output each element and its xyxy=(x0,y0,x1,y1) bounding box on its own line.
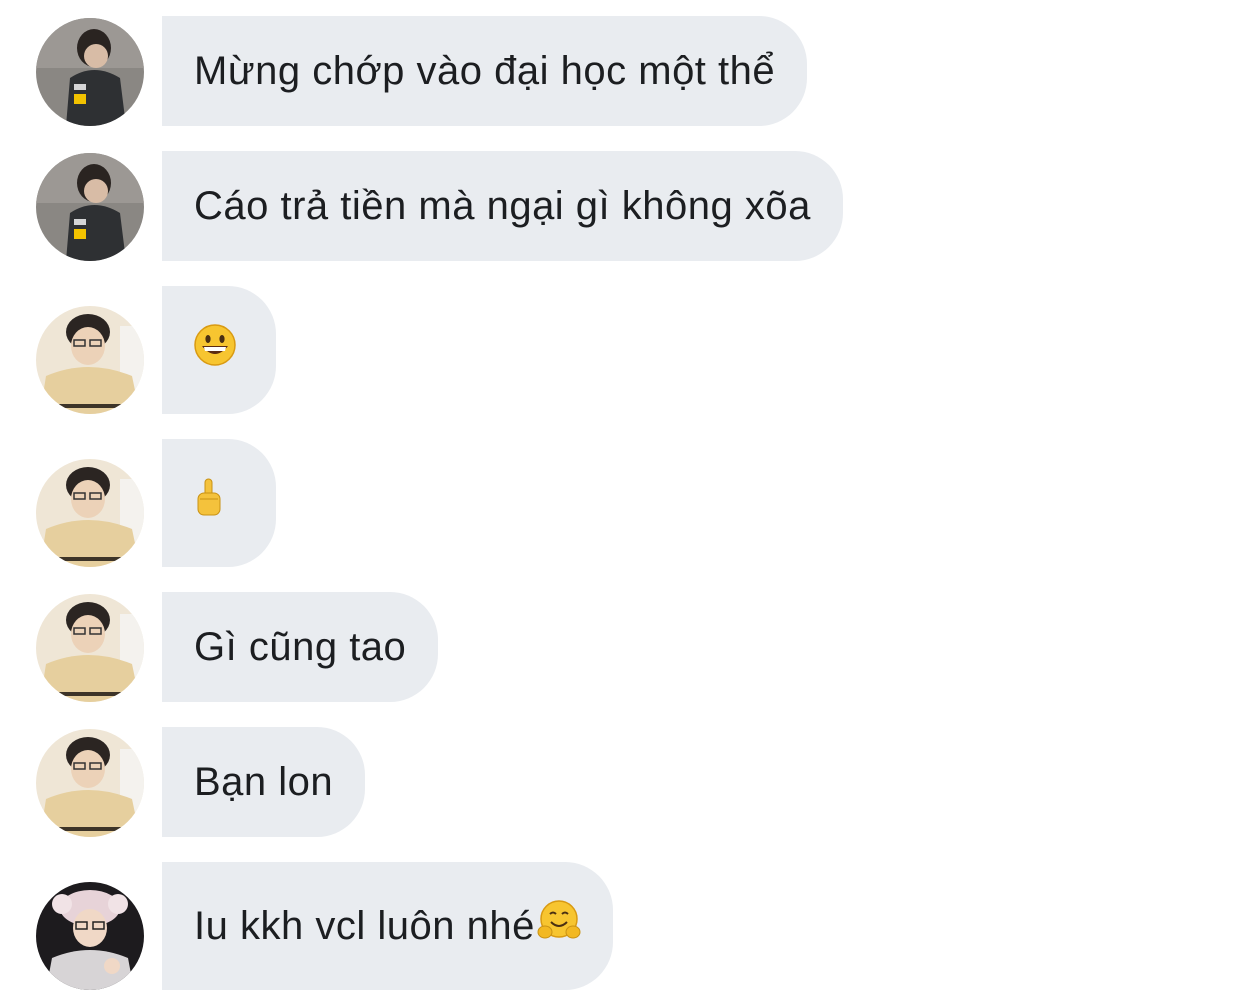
message-bubble[interactable]: Mừng chớp vào đại học một thể xyxy=(162,16,808,126)
avatar-user-b[interactable] xyxy=(36,306,144,414)
message-text: Bạn lon xyxy=(194,759,334,804)
message-bubble[interactable]: Cáo trả tiền mà ngại gì không xõa xyxy=(162,151,843,261)
message-bubble[interactable]: Gì cũng tao xyxy=(162,592,439,702)
message-bubble[interactable] xyxy=(162,286,276,414)
avatar-user-a[interactable] xyxy=(36,18,144,126)
hugging-face-emoji xyxy=(537,900,581,952)
avatar-user-b[interactable] xyxy=(36,459,144,567)
message-text: Mừng chớp vào đại học một thể xyxy=(194,48,776,93)
message-thread: Mừng chớp vào đại học một thể Cáo trả ti… xyxy=(0,0,1242,990)
message-bubble[interactable] xyxy=(162,439,276,567)
avatar-user-b[interactable] xyxy=(36,729,144,837)
message-bubble[interactable]: Iu kkh vcl luôn nhé xyxy=(162,862,613,990)
message-text: Iu kkh vcl luôn nhé xyxy=(194,903,535,948)
avatar-user-b[interactable] xyxy=(36,594,144,702)
message-bubble[interactable]: Bạn lon xyxy=(162,727,366,837)
message-text: Gì cũng tao xyxy=(194,624,407,669)
avatar-user-a[interactable] xyxy=(36,153,144,261)
message-text: Cáo trả tiền mà ngại gì không xõa xyxy=(194,183,811,228)
avatar-user-c[interactable] xyxy=(36,882,144,990)
raised-finger-emoji xyxy=(194,477,224,529)
grinning-face-emoji xyxy=(194,324,236,376)
